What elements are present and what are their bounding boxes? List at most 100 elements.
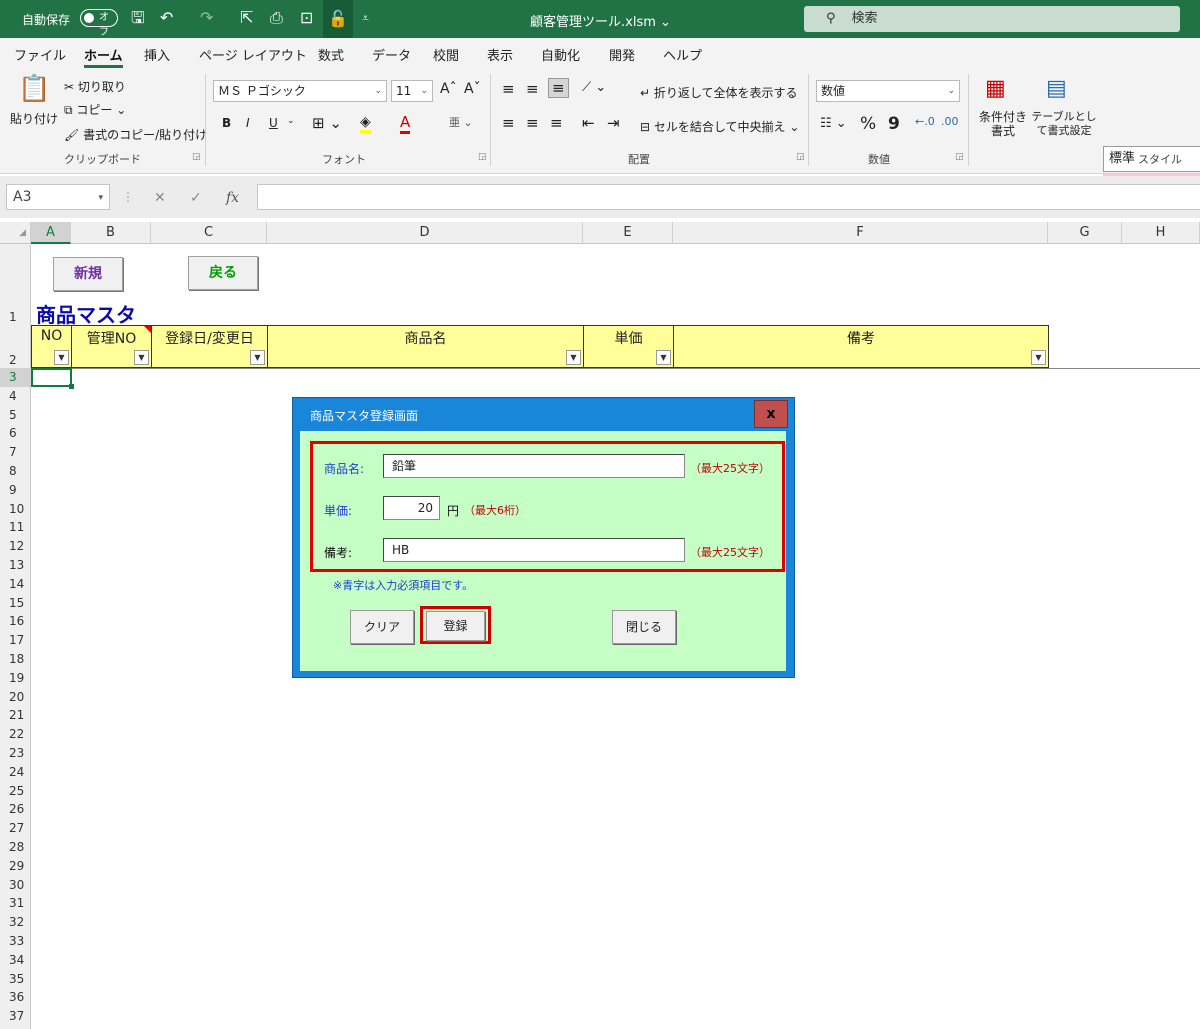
row-header[interactable]: 18 <box>0 650 31 669</box>
tab-automate[interactable]: 自動化 <box>541 45 580 64</box>
comma-button[interactable]: 9 <box>888 114 900 134</box>
preview-icon[interactable]: ⎙ <box>270 8 283 28</box>
row-header[interactable]: 26 <box>0 800 31 819</box>
font-name-select[interactable]: ＭＳ Ｐゴシック ⌄ <box>213 80 387 102</box>
phonetic-icon[interactable]: 亜 ⌄ <box>449 114 473 130</box>
row-header[interactable]: 17 <box>0 631 31 650</box>
borders-icon[interactable]: ⊞ ⌄ <box>312 114 342 132</box>
filter-dropdown-icon[interactable]: ▼ <box>656 350 671 365</box>
align-center-icon[interactable]: ≡ <box>526 114 539 132</box>
tab-home[interactable]: ホーム <box>84 45 123 68</box>
row-header[interactable]: 16 <box>0 612 31 631</box>
fill-color-icon[interactable]: ◈ <box>360 114 371 133</box>
remarks-input[interactable]: HB <box>383 538 685 562</box>
column-header[interactable]: A <box>31 222 71 244</box>
row-header[interactable]: 1 <box>0 300 31 325</box>
font-launcher-icon[interactable]: ◲ <box>478 152 487 162</box>
format-as-table-icon[interactable]: ▤ <box>1046 76 1067 101</box>
formula-input[interactable] <box>257 184 1200 210</box>
paste-button[interactable]: 貼り付け <box>10 110 58 127</box>
row-header[interactable]: 11 <box>0 518 31 537</box>
autosave-toggle[interactable]: オフ <box>80 9 118 38</box>
price-input[interactable]: 20 <box>383 496 440 520</box>
selected-cell[interactable] <box>31 368 74 389</box>
column-header[interactable]: G <box>1048 222 1122 244</box>
row-header[interactable]: 25 <box>0 782 31 801</box>
filter-dropdown-icon[interactable]: ▼ <box>566 350 581 365</box>
shrink-font-icon[interactable]: Aˇ <box>464 81 481 97</box>
tab-view[interactable]: 表示 <box>487 45 513 64</box>
number-launcher-icon[interactable]: ◲ <box>955 152 964 162</box>
conditional-format-button[interactable]: 条件付き書式 <box>976 110 1030 138</box>
row-header[interactable]: 15 <box>0 594 31 613</box>
row-header[interactable]: 33 <box>0 932 31 951</box>
row-header[interactable]: 7 <box>0 443 31 462</box>
text-box-icon[interactable]: ⊡ <box>300 8 313 28</box>
align-left-icon[interactable]: ≡ <box>502 114 515 132</box>
file-name[interactable]: 顧客管理ツール.xlsm ⌄ <box>530 11 671 30</box>
format-painter-button[interactable]: 🖌 書式のコピー/貼り付け <box>64 126 207 143</box>
decrease-indent-icon[interactable]: ⇤ <box>582 114 595 132</box>
row-header[interactable]: 8 <box>0 462 31 481</box>
font-color-icon[interactable]: A <box>400 113 411 134</box>
select-all-corner[interactable]: ◢ <box>0 222 31 244</box>
clipboard-launcher-icon[interactable]: ◲ <box>192 152 201 162</box>
row-header[interactable]: 22 <box>0 725 31 744</box>
row-header[interactable]: 13 <box>0 556 31 575</box>
row-header[interactable]: 29 <box>0 857 31 876</box>
chevron-down-icon[interactable]: ⌄ <box>287 116 295 126</box>
row-header[interactable]: 2 <box>0 325 31 368</box>
row-header[interactable]: 30 <box>0 876 31 895</box>
row-header[interactable]: 32 <box>0 913 31 932</box>
decrease-decimal-icon[interactable]: .00 <box>941 115 959 128</box>
tab-file[interactable]: ファイル <box>14 45 66 64</box>
back-button[interactable]: 戻る <box>188 256 258 290</box>
row-header[interactable]: 20 <box>0 688 31 707</box>
orientation-icon[interactable]: ⟋ ⌄ <box>582 80 606 95</box>
tab-help[interactable]: ヘルプ <box>663 45 702 64</box>
font-size-select[interactable]: 11 ⌄ <box>391 80 433 102</box>
register-button[interactable]: 登録 <box>426 611 485 641</box>
filter-dropdown-icon[interactable]: ▼ <box>1031 350 1046 365</box>
save-icon[interactable]: 🖫 <box>131 8 145 28</box>
wrap-text-button[interactable]: ↵ 折り返して全体を表示する <box>640 84 798 101</box>
tab-formulas[interactable]: 数式 <box>318 45 344 64</box>
column-header[interactable]: F <box>673 222 1048 244</box>
row-header[interactable]: 6 <box>0 424 31 443</box>
row-header[interactable]: 34 <box>0 951 31 970</box>
row-header[interactable]: 28 <box>0 838 31 857</box>
row-header[interactable]: 12 <box>0 537 31 556</box>
column-header[interactable]: E <box>583 222 673 244</box>
filter-dropdown-icon[interactable]: ▼ <box>54 350 69 365</box>
bold-button[interactable]: B <box>222 116 231 130</box>
row-header[interactable]: 9 <box>0 481 31 500</box>
copy-button[interactable]: ⧉ コピー ⌄ <box>64 101 126 118</box>
format-as-table-button[interactable]: テーブルとして書式設定 <box>1030 110 1098 138</box>
cancel-icon[interactable]: ✕ <box>154 190 166 206</box>
align-right-icon[interactable]: ≡ <box>550 114 563 132</box>
alignment-launcher-icon[interactable]: ◲ <box>796 152 805 162</box>
select-icon[interactable]: ⇱ <box>240 8 253 28</box>
number-format-select[interactable]: 数値 ⌄ <box>816 80 960 102</box>
insert-function-icon[interactable]: fx <box>226 190 239 206</box>
row-header[interactable]: 37 <box>0 1007 31 1026</box>
column-header[interactable]: D <box>267 222 583 244</box>
underline-button[interactable]: U <box>269 116 278 130</box>
cut-button[interactable]: ✂ 切り取り <box>64 78 126 95</box>
row-header[interactable]: 10 <box>0 500 31 519</box>
grow-font-icon[interactable]: Aˆ <box>440 81 457 97</box>
column-header[interactable]: B <box>71 222 151 244</box>
close-icon[interactable]: x <box>754 400 788 428</box>
align-middle-icon[interactable]: ≡ <box>526 80 539 98</box>
row-header[interactable]: 4 <box>0 387 31 406</box>
enter-icon[interactable]: ✓ <box>190 190 202 206</box>
italic-button[interactable]: I <box>246 116 250 130</box>
tab-developer[interactable]: 開発 <box>609 45 635 64</box>
filter-dropdown-icon[interactable]: ▼ <box>134 350 149 365</box>
row-header[interactable]: 31 <box>0 894 31 913</box>
filter-dropdown-icon[interactable]: ▼ <box>250 350 265 365</box>
lock-icon[interactable]: 🔓 <box>323 0 353 38</box>
column-header[interactable]: C <box>151 222 267 244</box>
row-header[interactable]: 21 <box>0 706 31 725</box>
merge-center-button[interactable]: ⊟ セルを結合して中央揃え ⌄ <box>640 118 799 135</box>
